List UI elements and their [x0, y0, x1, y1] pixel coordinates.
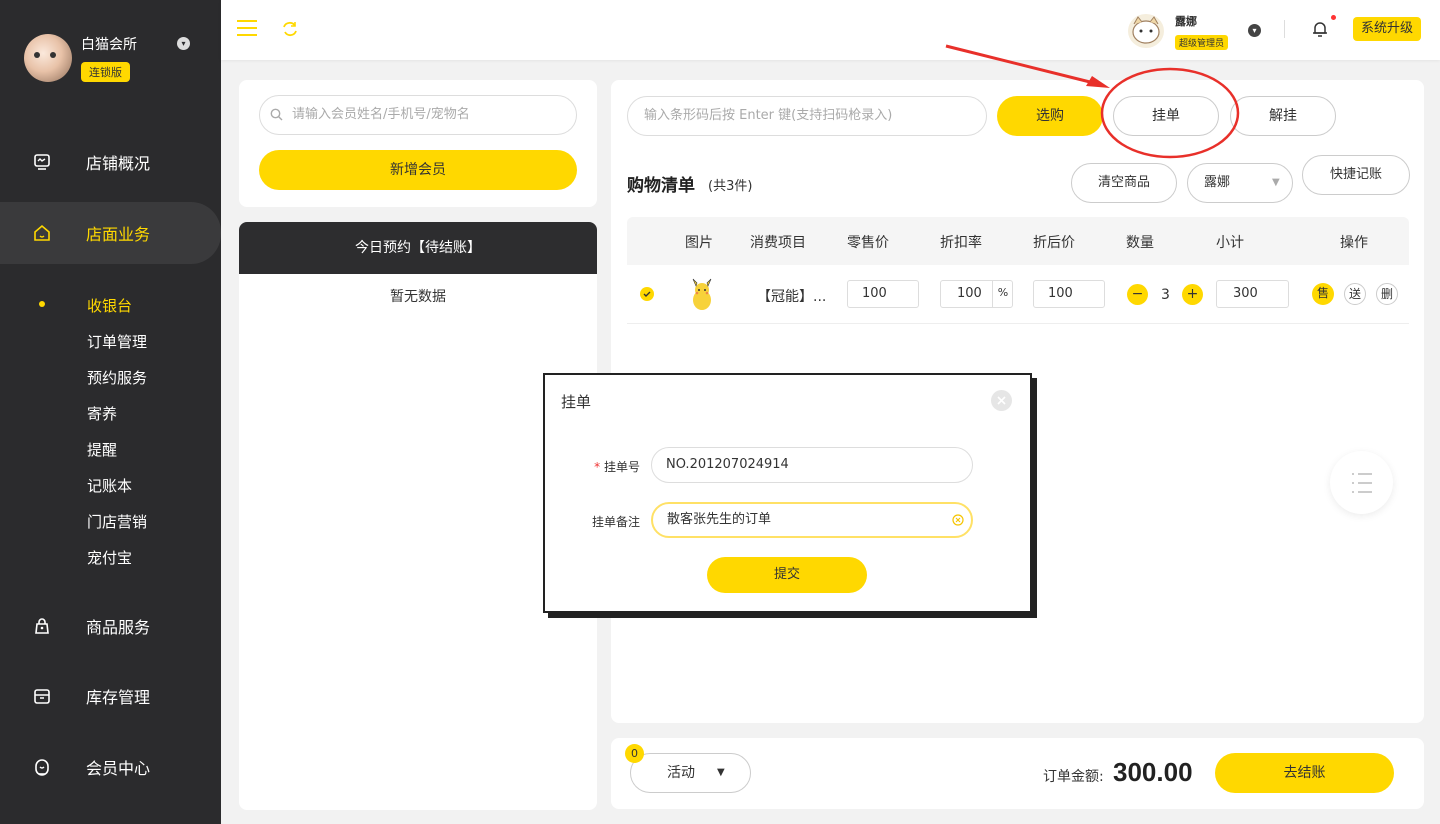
activity-label: 活动: [667, 765, 695, 781]
sub-ledger[interactable]: 记账本: [87, 475, 132, 496]
chevron-down-icon: ▼: [1272, 177, 1280, 188]
nav-label: 店面业务: [86, 225, 151, 244]
nav-store-business[interactable]: 店面业务: [0, 202, 221, 264]
order-no-label: * 挂单号: [594, 460, 640, 474]
user-name: 露娜: [1175, 15, 1197, 28]
sub-marketing[interactable]: 门店营销: [87, 511, 147, 532]
staff-select-value: 露娜: [1204, 175, 1231, 190]
row-divider: [627, 323, 1409, 324]
nav-label: 会员中心: [86, 759, 151, 778]
activity-count-badge: 0: [625, 744, 644, 763]
appointment-header: 今日预约【待结账】: [239, 222, 597, 274]
submit-button[interactable]: 提交: [707, 557, 867, 593]
chevron-down-icon[interactable]: ▾: [177, 37, 190, 50]
member-search-input[interactable]: 请输入会员姓名/手机号/宠物名: [259, 95, 577, 135]
bell-icon[interactable]: [1311, 19, 1329, 39]
clear-goods-button[interactable]: 清空商品: [1071, 163, 1177, 203]
col-actions: 操作: [1340, 235, 1368, 251]
dialog-title: 挂单: [561, 393, 592, 411]
discount-input[interactable]: 100 %: [940, 280, 1013, 308]
checkout-button[interactable]: 去结账: [1215, 753, 1394, 793]
nav-label: 库存管理: [86, 688, 151, 707]
brand-area[interactable]: 白猫会所 连锁版 ▾: [0, 0, 221, 90]
sub-petpay[interactable]: 宠付宝: [87, 547, 132, 568]
qty-increase-button[interactable]: +: [1182, 284, 1203, 305]
col-image: 图片: [685, 235, 713, 251]
list-icon[interactable]: [1330, 451, 1393, 514]
qty-value: 3: [1161, 287, 1170, 303]
edition-badge: 连锁版: [81, 62, 130, 82]
order-total-value: 300.00: [1113, 757, 1193, 787]
retail-price-input[interactable]: 100: [847, 280, 919, 308]
sub-reminders[interactable]: 提醒: [87, 439, 117, 460]
delete-button[interactable]: 删: [1376, 283, 1398, 305]
search-icon: [270, 108, 283, 121]
close-icon[interactable]: [991, 390, 1012, 411]
col-after-price: 折后价: [1033, 235, 1075, 251]
activity-select[interactable]: 活动 ▼: [630, 753, 751, 793]
col-item: 消费项目: [750, 235, 806, 251]
note-input[interactable]: 散客张先生的订单: [651, 502, 973, 538]
notification-dot: [1331, 15, 1336, 20]
nav-goods-service[interactable]: 商品服务: [0, 596, 221, 656]
box-icon: [32, 686, 52, 706]
appointment-empty: 暂无数据: [390, 289, 446, 305]
cart-table-header: [627, 217, 1409, 265]
sidebar: 白猫会所 连锁版 ▾ 店铺概况 店面业务 收银台 订单管理 预约服务 寄养 提醒…: [0, 0, 221, 824]
home-icon: [32, 223, 52, 243]
subtotal-input[interactable]: 300: [1216, 280, 1289, 308]
menu-icon[interactable]: [237, 20, 257, 36]
sub-appointments[interactable]: 预约服务: [87, 367, 147, 388]
nav-label: 商品服务: [86, 618, 151, 637]
order-no-input[interactable]: NO.201207024914: [651, 447, 973, 483]
col-discount: 折扣率: [940, 235, 982, 251]
add-member-button[interactable]: 新增会员: [259, 150, 577, 190]
staff-select[interactable]: 露娜 ▼: [1187, 163, 1293, 203]
quick-ledger-button[interactable]: 快捷记账: [1302, 155, 1410, 195]
member-icon: [32, 757, 52, 777]
clear-input-icon[interactable]: [952, 514, 964, 526]
annotation-arrow-circle: [945, 44, 1240, 159]
cart-title: 购物清单: [627, 176, 695, 196]
order-no-label-text: 挂单号: [603, 460, 640, 474]
qty-decrease-button[interactable]: −: [1127, 284, 1148, 305]
barcode-input[interactable]: 输入条形码后按 Enter 键(支持扫码枪录入): [627, 96, 987, 136]
percent-unit: %: [992, 280, 1013, 308]
nav-member-center[interactable]: 会员中心: [0, 737, 221, 797]
monitor-icon: [32, 152, 52, 172]
note-label: 挂单备注: [591, 515, 640, 529]
row-checkbox[interactable]: [640, 287, 654, 301]
discount-value: 100: [957, 286, 982, 301]
nav-store-overview[interactable]: 店铺概况: [0, 132, 221, 192]
sub-orders[interactable]: 订单管理: [87, 331, 147, 352]
sub-cashier[interactable]: 收银台: [87, 295, 132, 316]
sell-button[interactable]: 售: [1312, 283, 1334, 305]
refresh-icon[interactable]: [281, 20, 299, 38]
store-avatar: [24, 34, 72, 82]
cart-count: (共3件): [708, 179, 753, 194]
gift-button[interactable]: 送: [1344, 283, 1366, 305]
row-item-name: 【冠能】...: [757, 289, 827, 305]
hang-order-dialog: 挂单 * 挂单号 NO.201207024914 挂单备注 散客张先生的订单 提…: [543, 373, 1032, 613]
after-price-input[interactable]: 100: [1033, 280, 1105, 308]
nav-label: 店铺概况: [86, 154, 151, 173]
bag-icon: [32, 616, 52, 636]
chevron-down-icon: ▼: [717, 767, 725, 778]
upgrade-button[interactable]: 系统升级: [1353, 17, 1421, 41]
chevron-down-icon[interactable]: ▾: [1248, 24, 1261, 37]
active-dot: [39, 301, 45, 307]
divider: [1284, 20, 1285, 38]
product-image: [687, 278, 717, 312]
sub-boarding[interactable]: 寄养: [87, 403, 117, 424]
store-name: 白猫会所: [81, 37, 137, 53]
col-retail: 零售价: [847, 235, 889, 251]
order-total-label: 订单金额:: [1043, 769, 1104, 785]
nav-inventory[interactable]: 库存管理: [0, 666, 221, 726]
col-subtotal: 小计: [1216, 235, 1244, 251]
col-qty: 数量: [1126, 235, 1154, 251]
